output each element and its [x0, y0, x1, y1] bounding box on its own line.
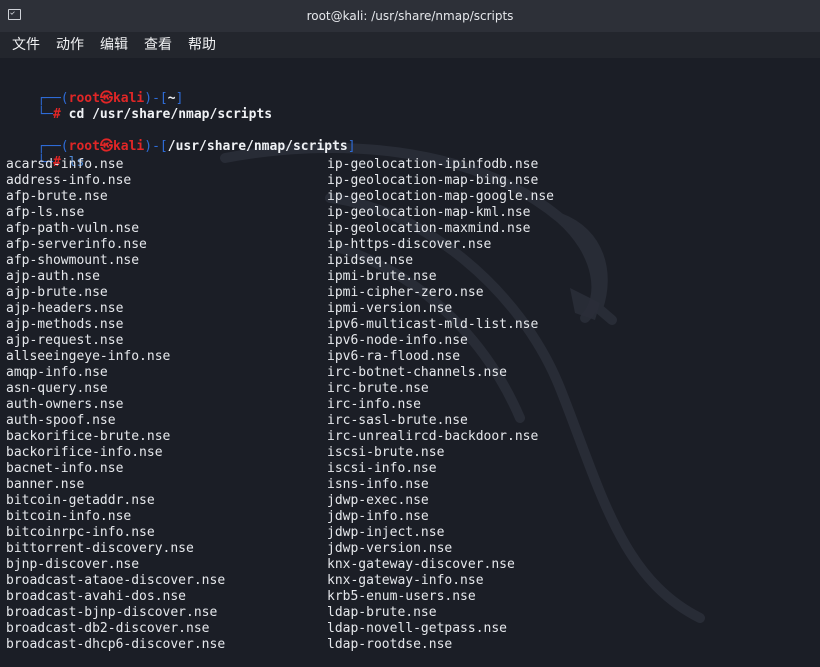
file-entry: jdwp-inject.nse [327, 525, 445, 540]
file-entry: ajp-methods.nse [6, 317, 124, 332]
file-entry: irc-brute.nse [327, 381, 429, 396]
window-titlebar[interactable]: root@kali: /usr/share/nmap/scripts [0, 0, 820, 32]
file-entry: backorifice-brute.nse [6, 429, 171, 444]
file-entry: ldap-rootdse.nse [327, 637, 453, 652]
menu-actions[interactable]: 动作 [48, 32, 92, 58]
prompt-cwd: /usr/share/nmap/scripts [167, 139, 348, 154]
file-entry: ldap-brute.nse [327, 605, 437, 620]
file-entry: broadcast-bjnp-discover.nse [6, 605, 218, 620]
file-entry: ipmi-cipher-zero.nse [327, 285, 484, 300]
file-entry: ip-https-discover.nse [327, 237, 492, 252]
menu-view[interactable]: 查看 [136, 32, 180, 58]
file-entry: broadcast-db2-discover.nse [6, 621, 210, 636]
file-entry: afp-brute.nse [6, 189, 108, 204]
file-entry: ajp-request.nse [6, 333, 124, 348]
file-entry: address-info.nse [6, 173, 132, 188]
command-text: cd /usr/share/nmap/scripts [68, 107, 273, 122]
file-entry: ip-geolocation-map-google.nse [327, 189, 554, 204]
file-entry: ipv6-ra-flood.nse [327, 349, 461, 364]
file-entry: bittorrent-discovery.nse [6, 541, 194, 556]
file-entry: ajp-headers.nse [6, 301, 124, 316]
file-entry: ip-geolocation-map-kml.nse [327, 205, 531, 220]
prompt-at-icon: ㉿ [99, 139, 113, 154]
file-entry: knx-gateway-discover.nse [327, 557, 515, 572]
menu-edit[interactable]: 编辑 [92, 32, 136, 58]
file-entry: ipv6-multicast-mld-list.nse [327, 317, 539, 332]
file-entry: irc-unrealircd-backdoor.nse [327, 429, 539, 444]
file-entry: krb5-enum-users.nse [327, 589, 476, 604]
window-title: root@kali: /usr/share/nmap/scripts [306, 9, 514, 23]
file-entry: ip-geolocation-ipinfodb.nse [327, 157, 539, 172]
file-entry: ip-geolocation-map-bing.nse [327, 173, 539, 188]
file-entry: ajp-brute.nse [6, 285, 108, 300]
file-entry: afp-path-vuln.nse [6, 221, 140, 236]
file-entry: ipv6-node-info.nse [327, 333, 468, 348]
file-entry: isns-info.nse [327, 477, 429, 492]
file-entry: ajp-auth.nse [6, 269, 100, 284]
file-entry: knx-gateway-info.nse [327, 573, 484, 588]
file-entry: amqp-info.nse [6, 365, 108, 380]
file-entry: ip-geolocation-maxmind.nse [327, 221, 531, 236]
file-entry: asn-query.nse [6, 381, 108, 396]
file-entry: ldap-novell-getpass.nse [327, 621, 508, 636]
menu-help[interactable]: 帮助 [180, 32, 224, 58]
file-entry: irc-info.nse [327, 397, 421, 412]
file-entry: afp-serverinfo.nse [6, 237, 147, 252]
menu-file[interactable]: 文件 [4, 32, 48, 58]
file-entry: bitcoin-getaddr.nse [6, 493, 155, 508]
file-entry: ipidseq.nse [327, 253, 414, 268]
file-entry: auth-owners.nse [6, 397, 124, 412]
file-entry: bjnp-discover.nse [6, 557, 140, 572]
file-entry: ipmi-version.nse [327, 301, 453, 316]
file-entry: broadcast-ataoe-discover.nse [6, 573, 226, 588]
file-entry: irc-sasl-brute.nse [327, 413, 468, 428]
prompt-host: kali [112, 139, 145, 154]
file-entry: broadcast-avahi-dos.nse [6, 589, 187, 604]
file-entry: backorifice-info.nse [6, 445, 163, 460]
file-entry: bitcoinrpc-info.nse [6, 525, 155, 540]
file-entry: bacnet-info.nse [6, 461, 124, 476]
file-entry: auth-spoof.nse [6, 413, 116, 428]
file-entry: broadcast-dhcp6-discover.nse [6, 637, 226, 652]
file-entry: jdwp-exec.nse [327, 493, 429, 508]
file-entry: iscsi-brute.nse [327, 445, 445, 460]
file-entry: acarsd-info.nse [6, 157, 124, 172]
ls-output-column-1: acarsd-info.nse address-info.nse afp-brute… [6, 157, 225, 653]
terminal-app-icon [8, 9, 21, 20]
terminal-area[interactable]: ┌──(root㉿kali)-[~] └─# cd /usr/share/nma… [0, 58, 820, 667]
file-entry: banner.nse [6, 477, 85, 492]
file-entry: allseeingeye-info.nse [6, 349, 171, 364]
menu-bar: 文件 动作 编辑 查看 帮助 [0, 32, 820, 58]
file-entry: bitcoin-info.nse [6, 509, 132, 524]
file-entry: afp-showmount.nse [6, 253, 140, 268]
ls-output-column-2: ip-geolocation-ipinfodb.nse ip-geolocatio… [327, 157, 554, 653]
file-entry: irc-botnet-channels.nse [327, 365, 508, 380]
file-entry: jdwp-info.nse [327, 509, 429, 524]
file-entry: ipmi-brute.nse [327, 269, 437, 284]
file-entry: afp-ls.nse [6, 205, 85, 220]
file-entry: iscsi-info.nse [327, 461, 437, 476]
file-entry: jdwp-version.nse [327, 541, 453, 556]
